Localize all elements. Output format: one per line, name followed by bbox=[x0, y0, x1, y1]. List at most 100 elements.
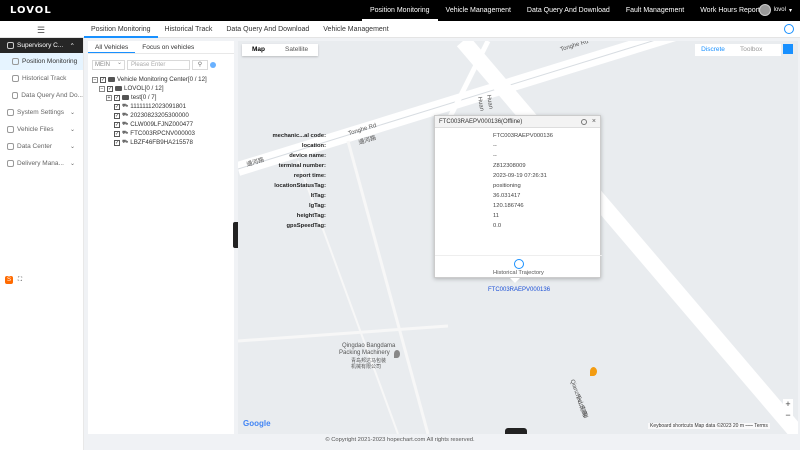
checkbox[interactable]: ✓ bbox=[114, 121, 120, 128]
poi-label: 机械有限公司 bbox=[351, 364, 382, 370]
sub-nav: Position Monitoring Historical Track Dat… bbox=[84, 21, 396, 38]
filter-select[interactable]: MEIN bbox=[92, 59, 125, 70]
sidebar-group-label: Vehicle Files bbox=[17, 126, 54, 133]
map-type-map[interactable]: Map bbox=[242, 44, 275, 56]
discrete-button[interactable]: Discrete bbox=[695, 44, 731, 56]
topnav-vehicle-management[interactable]: Vehicle Management bbox=[438, 0, 519, 21]
toolbox-dropdown[interactable]: Toolbox bbox=[728, 44, 781, 56]
popup-divider bbox=[435, 255, 602, 256]
tab-vehicle-management[interactable]: Vehicle Management bbox=[316, 21, 395, 38]
user-menu[interactable]: lovol ▾ bbox=[758, 4, 792, 16]
tab-position-monitoring[interactable]: Position Monitoring bbox=[84, 21, 158, 38]
s-logo-icon[interactable]: S bbox=[5, 276, 13, 284]
vehicle-tree-panel: All Vehicles Focus on vehicles MEIN Plea… bbox=[88, 41, 234, 434]
settings-icon bbox=[7, 109, 14, 116]
sidebar-group-supervisory[interactable]: Supervisory C... ⌃ bbox=[0, 38, 83, 53]
topnav-fault-management[interactable]: Fault Management bbox=[618, 0, 692, 21]
popup-value: -- bbox=[493, 143, 497, 149]
vehicle-icon: ⛟ bbox=[122, 103, 129, 109]
tree-node-lovol[interactable]: − ✓ LOVOL[0 / 12] bbox=[99, 85, 164, 92]
settings-dot-icon[interactable] bbox=[210, 62, 216, 68]
tree-node-test[interactable]: + ✓ test[0 / 7] bbox=[106, 94, 156, 101]
tree-node-label: test[0 / 7] bbox=[131, 94, 157, 101]
sidebar-group-vehicle-files[interactable]: Vehicle Files ⌄ bbox=[0, 121, 83, 138]
checkbox[interactable]: ✓ bbox=[107, 85, 113, 92]
google-logo: Google bbox=[243, 419, 271, 428]
folder-icon bbox=[122, 95, 129, 100]
tree-node-vehicle[interactable]: ✓ ⛟ 11111112023091801 bbox=[114, 103, 186, 110]
topnav-work-hours[interactable]: Work Hours Report bbox=[692, 0, 768, 21]
checkbox[interactable]: ✓ bbox=[114, 139, 120, 146]
poi-label: Packing Machinery bbox=[339, 350, 390, 356]
fullscreen-icon[interactable]: ⛶ bbox=[16, 276, 24, 284]
map-type-satellite[interactable]: Satellite bbox=[275, 44, 318, 56]
tab-data-query[interactable]: Data Query And Download bbox=[219, 21, 316, 38]
sidebar-group-data-center[interactable]: Data Center ⌄ bbox=[0, 138, 83, 155]
tree-tabs: All Vehicles Focus on vehicles bbox=[88, 41, 234, 54]
chevron-down-icon: ▾ bbox=[788, 7, 792, 14]
checkbox[interactable]: ✓ bbox=[114, 130, 120, 137]
corner-tools: S ⛶ bbox=[5, 276, 24, 284]
checkbox[interactable]: ✓ bbox=[114, 94, 120, 101]
poi-label: Qingdao Bangdama bbox=[342, 343, 396, 349]
vehicle-icon: ⛟ bbox=[122, 112, 129, 118]
popup-value: 36.031417 bbox=[493, 193, 521, 199]
map-area[interactable]: Map Satellite Discrete Toolbox Tonghe Rd… bbox=[238, 41, 798, 434]
menu-toggle-icon[interactable]: ☰ bbox=[37, 25, 45, 36]
popup-value: 11 bbox=[493, 213, 500, 219]
zoom-out-button[interactable]: − bbox=[783, 410, 793, 421]
tree-node-root[interactable]: − ✓ Vehicle Monitoring Center[0 / 12] bbox=[92, 76, 207, 83]
folder-icon bbox=[108, 77, 115, 82]
brand-logo: LOVOL bbox=[10, 5, 52, 16]
topnav-position-monitoring[interactable]: Position Monitoring bbox=[362, 0, 438, 21]
tree-node-vehicle[interactable]: ✓ ⛟ LBZF46FB9HA215578 bbox=[114, 139, 193, 146]
sidebar-group-delivery[interactable]: Delivery Mana... ⌄ bbox=[0, 155, 83, 172]
sidebar-item-position-monitoring[interactable]: Position Monitoring bbox=[0, 53, 83, 70]
popup-value: -- bbox=[493, 153, 497, 159]
tree-node-vehicle[interactable]: ✓ ⛟ 20230823205300000 bbox=[114, 112, 189, 119]
checkbox[interactable]: ✓ bbox=[114, 103, 120, 110]
poi-marker-icon[interactable] bbox=[394, 350, 400, 358]
topnav-data-query[interactable]: Data Query And Download bbox=[519, 0, 618, 21]
sidebar-item-data-query[interactable]: Data Query And Do... bbox=[0, 87, 83, 104]
database-icon bbox=[7, 143, 14, 150]
collapse-icon[interactable]: − bbox=[92, 76, 98, 83]
checkbox[interactable]: ✓ bbox=[114, 112, 120, 119]
search-button[interactable]: ⚲ bbox=[192, 60, 208, 70]
file-icon bbox=[7, 126, 14, 133]
zoom-in-button[interactable]: + bbox=[783, 399, 793, 410]
map-attribution: Keyboard shortcuts Map data ©2023 20 m ⎯… bbox=[648, 423, 770, 429]
tree-node-vehicle[interactable]: ✓ ⛟ CLW009LFJNZ000477 bbox=[114, 121, 193, 128]
grid-icon[interactable] bbox=[783, 44, 793, 54]
sidebar-item-label: Position Monitoring bbox=[22, 58, 78, 65]
sidebar-item-label: Data Query And Do... bbox=[21, 92, 83, 99]
gear-icon[interactable] bbox=[784, 24, 794, 34]
tree-node-label: 20230823205300000 bbox=[130, 112, 189, 119]
collapse-icon[interactable]: − bbox=[99, 85, 105, 92]
tab-historical-track[interactable]: Historical Track bbox=[158, 21, 220, 38]
popup-value: 0.0 bbox=[493, 223, 502, 229]
close-icon[interactable]: × bbox=[592, 118, 596, 125]
popup-key: mechanic...al code: bbox=[272, 133, 326, 139]
popup-key: heightTag: bbox=[296, 213, 326, 219]
chevron-down-icon: ⌄ bbox=[69, 110, 75, 116]
tab-all-vehicles[interactable]: All Vehicles bbox=[88, 41, 136, 53]
sidebar-group-system-settings[interactable]: System Settings ⌄ bbox=[0, 104, 83, 121]
popup-title: FTC003RAEPV000136(Offline) bbox=[435, 116, 600, 128]
popup-key: gpsSpeedTag: bbox=[286, 223, 326, 229]
expand-icon[interactable]: + bbox=[106, 94, 112, 101]
gear-icon[interactable] bbox=[581, 119, 587, 125]
vehicle-info-popup: FTC003RAEPV000136(Offline) × mechanic...… bbox=[273, 115, 602, 278]
vehicle-marker-label[interactable]: FTC003RAEPV000136 bbox=[488, 287, 550, 293]
history-icon[interactable] bbox=[514, 259, 524, 269]
checkbox[interactable]: ✓ bbox=[100, 76, 106, 83]
historical-trajectory-link[interactable]: Historical Trajectory bbox=[435, 270, 602, 276]
location-icon bbox=[12, 58, 19, 65]
sidebar-item-historical-track[interactable]: Historical Track bbox=[0, 70, 83, 87]
search-input[interactable]: Please Enter bbox=[127, 60, 190, 70]
tab-focus-vehicles[interactable]: Focus on vehicles bbox=[135, 41, 201, 53]
place-pin-icon[interactable] bbox=[590, 367, 597, 376]
tree-node-vehicle[interactable]: ✓ ⛟ FTC003RPCNV000003 bbox=[114, 130, 195, 137]
bottom-collapse-handle[interactable] bbox=[505, 428, 527, 434]
chevron-up-icon: ⌃ bbox=[69, 42, 75, 50]
